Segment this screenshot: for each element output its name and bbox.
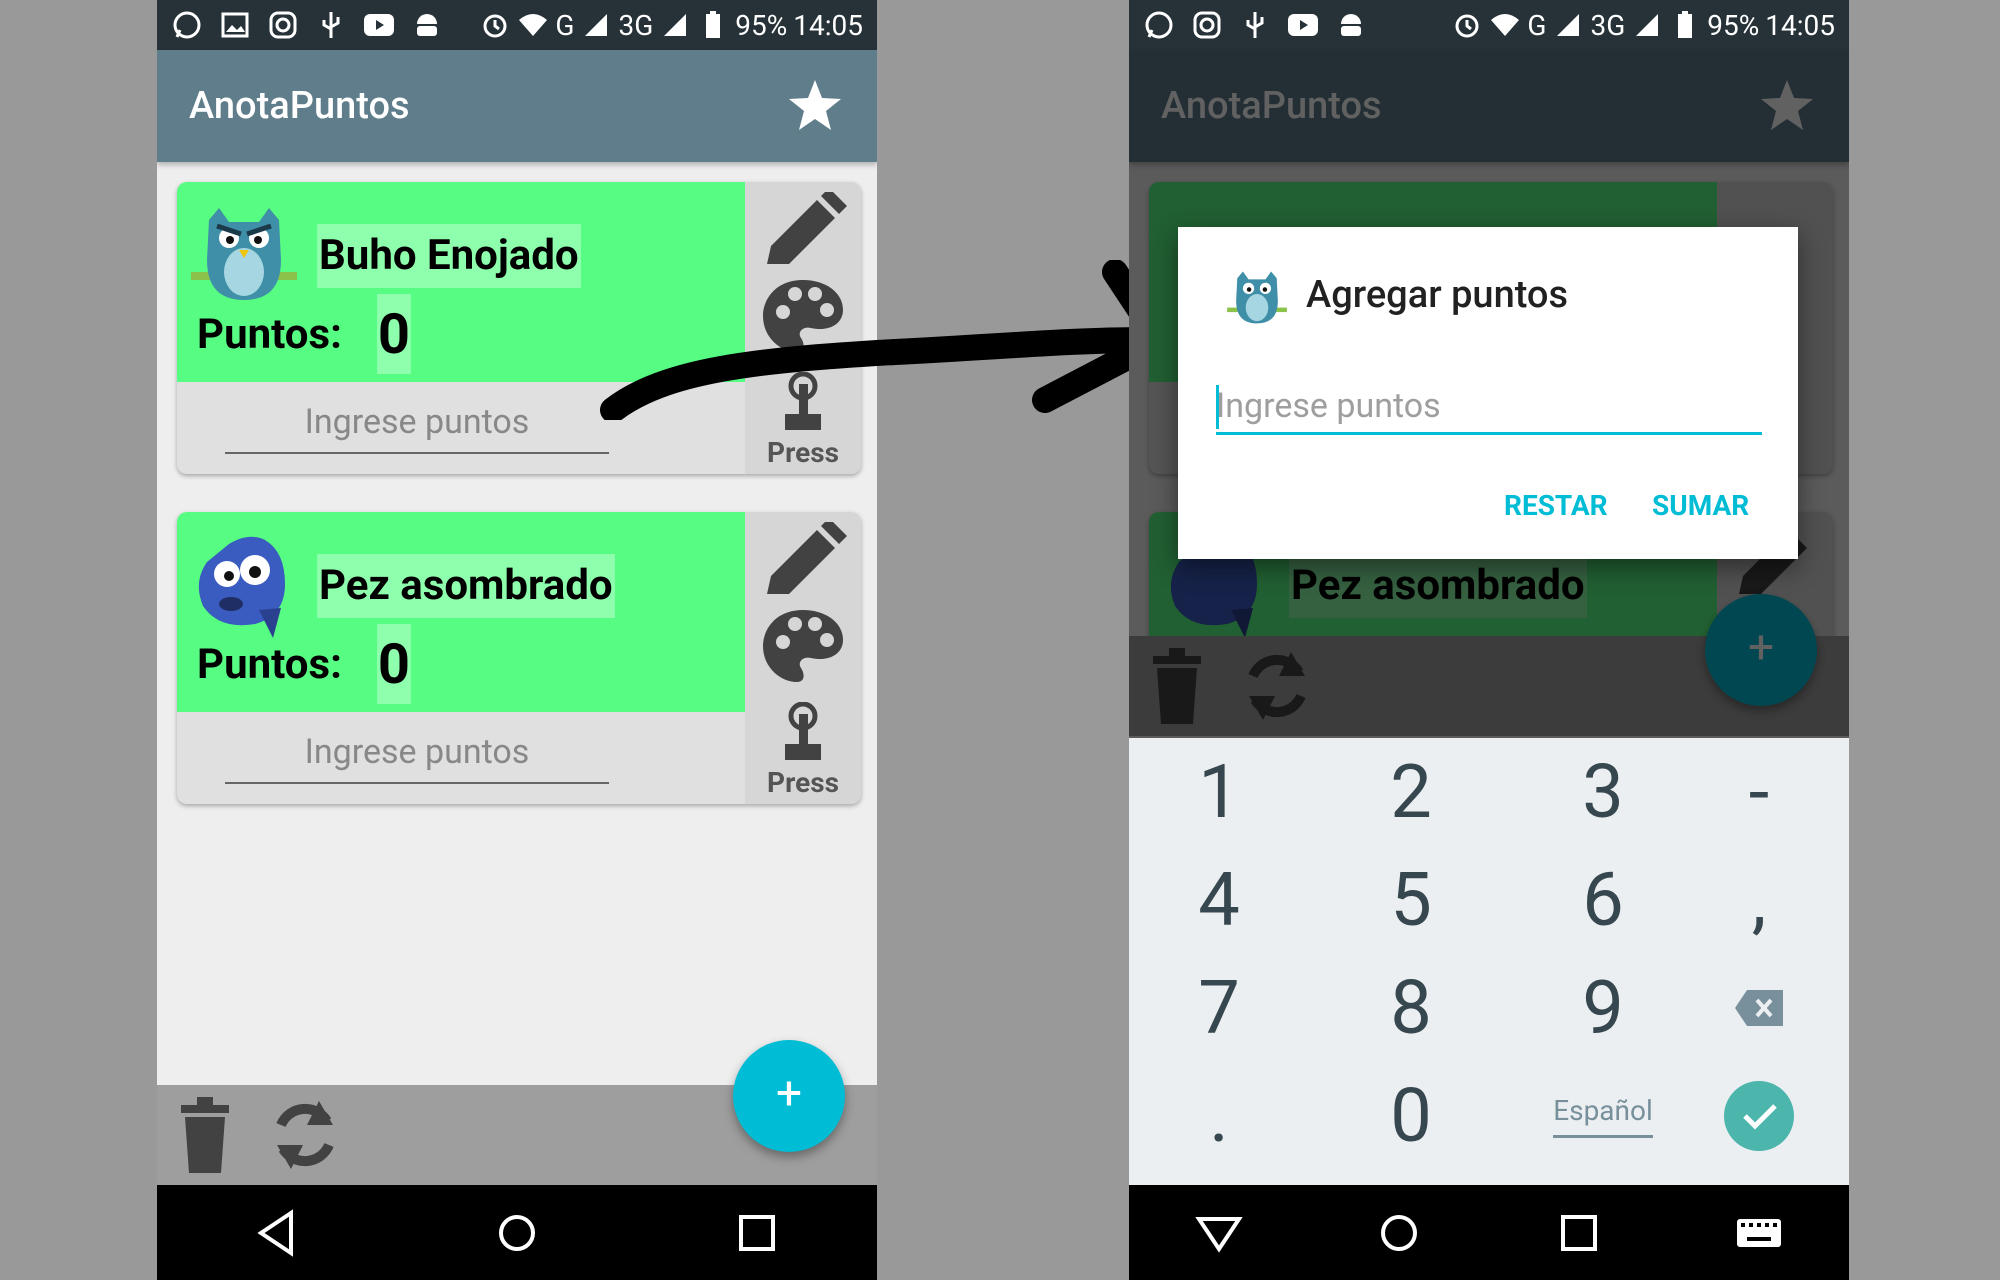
android-icon [411, 9, 443, 41]
youtube-icon [1287, 9, 1319, 41]
signal-icon [1552, 9, 1584, 41]
press-label: Press [767, 436, 839, 469]
key-comma[interactable]: , [1669, 846, 1849, 954]
recents-icon[interactable] [1551, 1205, 1607, 1261]
app-title: AnotaPuntos [189, 84, 410, 128]
usb-icon [1239, 9, 1271, 41]
gallery-icon [219, 9, 251, 41]
points-input[interactable]: Ingrese puntos [1216, 377, 1762, 435]
youtube-icon [363, 9, 395, 41]
press-icon[interactable] [755, 702, 851, 764]
add-player-button[interactable]: + [733, 1040, 845, 1152]
app-bar: AnotaPuntos [157, 50, 877, 162]
network-g-label: G [1527, 8, 1547, 42]
android-icon [1335, 9, 1367, 41]
add-points-dialog: Agregar puntos Ingrese puntos RESTAR SUM… [1178, 227, 1798, 559]
home-icon[interactable] [489, 1205, 545, 1261]
system-nav-bar [1129, 1185, 1849, 1280]
phone-main-screen: G 3G 95% 14:05 AnotaPuntos Buho Enojado … [157, 0, 877, 1280]
recents-icon[interactable] [729, 1205, 785, 1261]
language-key[interactable]: Español [1513, 1062, 1693, 1170]
alarm-icon [479, 9, 511, 41]
trash-icon[interactable] [175, 1095, 235, 1175]
done-key[interactable] [1669, 1062, 1849, 1170]
network-3g-label: 3G [618, 8, 654, 42]
dialog-title: Agregar puntos [1306, 273, 1569, 317]
palette-icon[interactable] [755, 606, 851, 686]
back-icon[interactable] [1191, 1205, 1247, 1261]
network-3g-label: 3G [1590, 8, 1626, 42]
points-label: Puntos: [197, 310, 342, 359]
backspace-icon [1735, 990, 1783, 1026]
battery-icon [697, 9, 729, 41]
usb-icon [315, 9, 347, 41]
key-4[interactable]: 4 [1129, 846, 1309, 954]
player-card: Pez asombrado Puntos: 0 Ingrese puntos P… [177, 512, 861, 804]
language-label: Español [1553, 1094, 1653, 1138]
battery-percent: 95% [1707, 8, 1760, 42]
status-bar: G 3G 95% 14:05 [1129, 0, 1849, 50]
edit-icon[interactable] [755, 522, 851, 602]
arrow-annotation [600, 260, 1173, 420]
instagram-icon [1191, 9, 1223, 41]
points-input[interactable]: Ingrese puntos [225, 722, 609, 784]
phone-dialog-screen: G 3G 95% 14:05 AnotaPuntos Pez asombrado… [1129, 0, 1849, 1280]
key-6[interactable]: 6 [1513, 846, 1693, 954]
key-2[interactable]: 2 [1321, 738, 1501, 846]
owl-avatar [191, 208, 297, 300]
instagram-icon [267, 9, 299, 41]
battery-percent: 95% [735, 8, 788, 42]
player-name[interactable]: Pez asombrado [317, 554, 615, 618]
wifi-icon [1489, 9, 1521, 41]
points-input[interactable]: Ingrese puntos [225, 392, 609, 454]
input-placeholder: Ingrese puntos [1216, 386, 1441, 426]
key-7[interactable]: 7 [1129, 954, 1309, 1062]
clock: 14:05 [1765, 8, 1835, 42]
key-0[interactable]: 0 [1321, 1062, 1501, 1170]
home-icon[interactable] [1371, 1205, 1427, 1261]
battery-icon [1669, 9, 1701, 41]
signal-icon [659, 9, 691, 41]
key-minus[interactable]: - [1669, 738, 1849, 846]
clock: 14:05 [793, 8, 863, 42]
backspace-key[interactable] [1669, 954, 1849, 1062]
points-value: 0 [377, 294, 411, 374]
key-3[interactable]: 3 [1513, 738, 1693, 846]
network-g-label: G [555, 8, 575, 42]
whatsapp-icon [171, 9, 203, 41]
key-9[interactable]: 9 [1513, 954, 1693, 1062]
check-icon [1724, 1081, 1794, 1151]
key-1[interactable]: 1 [1129, 738, 1309, 846]
fish-avatar [198, 536, 285, 638]
player-name[interactable]: Buho Enojado [317, 224, 581, 288]
add-button[interactable]: SUMAR [1652, 489, 1749, 522]
points-label: Puntos: [197, 640, 342, 689]
points-value: 0 [377, 624, 411, 704]
signal-icon [1631, 9, 1663, 41]
alarm-icon [1451, 9, 1483, 41]
keyboard-icon[interactable] [1731, 1205, 1787, 1261]
key-5[interactable]: 5 [1321, 846, 1501, 954]
wifi-icon [517, 9, 549, 41]
key-8[interactable]: 8 [1321, 954, 1501, 1062]
signal-icon [580, 9, 612, 41]
text-caret [1216, 385, 1219, 429]
back-icon[interactable] [249, 1205, 305, 1261]
press-label: Press [767, 766, 839, 799]
subtract-button[interactable]: RESTAR [1504, 489, 1608, 522]
whatsapp-icon [1143, 9, 1175, 41]
numeric-keyboard: 1 2 3 - 4 5 6 , 7 8 9 . 0 Español [1129, 738, 1849, 1185]
owl-avatar [1227, 271, 1287, 324]
system-nav-bar [157, 1185, 877, 1280]
key-period[interactable]: . [1129, 1062, 1309, 1170]
star-icon[interactable] [785, 76, 845, 136]
refresh-icon[interactable] [267, 1095, 343, 1175]
status-bar: G 3G 95% 14:05 [157, 0, 877, 50]
